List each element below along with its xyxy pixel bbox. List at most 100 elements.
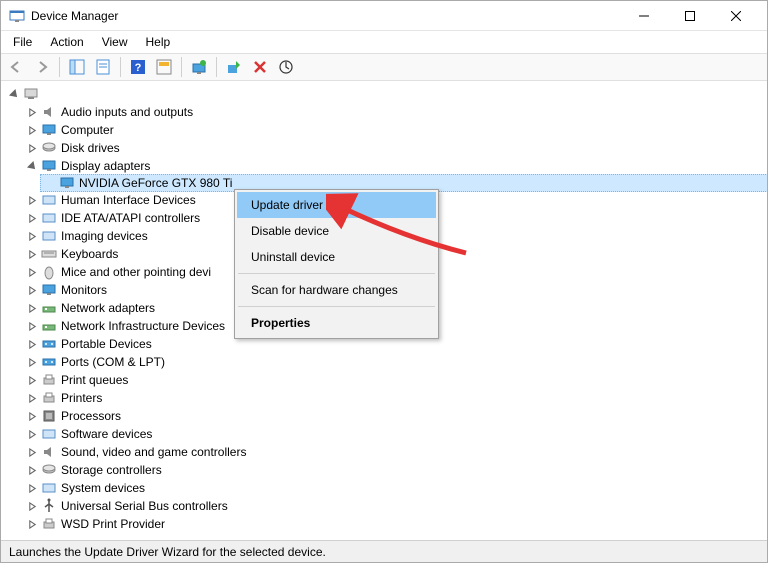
tree-category[interactable]: Printers (23, 389, 767, 407)
expander-icon[interactable] (25, 105, 39, 119)
device-category-icon (41, 336, 57, 352)
expander-icon[interactable] (25, 211, 39, 225)
ctx-separator (238, 273, 435, 274)
tree-category[interactable]: Processors (23, 407, 767, 425)
window-controls (621, 1, 759, 31)
tree-category-label: Universal Serial Bus controllers (61, 499, 228, 513)
minimize-button[interactable] (621, 1, 667, 31)
expander-icon[interactable] (25, 373, 39, 387)
tree-category-label: Network Infrastructure Devices (61, 319, 225, 333)
tree-category[interactable]: System devices (23, 479, 767, 497)
tree-category[interactable]: Universal Serial Bus controllers (23, 497, 767, 515)
device-category-icon (41, 354, 57, 370)
device-category-icon (41, 498, 57, 514)
back-button[interactable] (5, 56, 27, 78)
ctx-disable-device[interactable]: Disable device (237, 218, 436, 244)
device-category-icon (41, 300, 57, 316)
device-category-icon (41, 516, 57, 532)
maximize-button[interactable] (667, 1, 713, 31)
forward-button[interactable] (31, 56, 53, 78)
menu-view[interactable]: View (94, 33, 136, 51)
tree-root-computer[interactable] (5, 85, 767, 103)
expander-icon[interactable] (25, 355, 39, 369)
expander-icon[interactable] (25, 247, 39, 261)
device-category-icon (41, 444, 57, 460)
tree-category-label: Monitors (61, 283, 107, 297)
expander-icon[interactable] (25, 193, 39, 207)
help-button[interactable]: ? (127, 56, 149, 78)
expander-icon[interactable] (25, 301, 39, 315)
device-category-icon (41, 140, 57, 156)
menubar: File Action View Help (1, 31, 767, 53)
action-button[interactable] (153, 56, 175, 78)
device-category-icon (41, 210, 57, 226)
tree-category[interactable]: Disk drives (23, 139, 767, 157)
device-category-icon (41, 462, 57, 478)
window-title: Device Manager (31, 9, 621, 23)
device-category-icon (41, 390, 57, 406)
uninstall-button[interactable] (249, 56, 271, 78)
tree-category-label: WSD Print Provider (61, 517, 165, 531)
ctx-update-driver[interactable]: Update driver (237, 192, 436, 218)
expander-icon[interactable] (25, 499, 39, 513)
device-category-icon (41, 104, 57, 120)
tree-category[interactable]: Print queues (23, 371, 767, 389)
tree-category-label: Processors (61, 409, 121, 423)
show-hide-tree-button[interactable] (66, 56, 88, 78)
tree-device-label: NVIDIA GeForce GTX 980 Ti (79, 176, 232, 190)
menu-action[interactable]: Action (42, 33, 91, 51)
expander-icon[interactable] (25, 409, 39, 423)
enable-device-button[interactable] (223, 56, 245, 78)
expander-icon[interactable] (25, 159, 39, 173)
tree-category-label: Display adapters (61, 159, 150, 173)
expander-icon[interactable] (25, 517, 39, 531)
ctx-scan-hardware[interactable]: Scan for hardware changes (237, 277, 436, 303)
device-category-icon (41, 228, 57, 244)
ctx-uninstall-device[interactable]: Uninstall device (237, 244, 436, 270)
expander-icon[interactable] (25, 463, 39, 477)
tree-category[interactable]: Software devices (23, 425, 767, 443)
tree-category[interactable]: Ports (COM & LPT) (23, 353, 767, 371)
tree-category[interactable]: Display adapters (23, 157, 767, 175)
tree-category[interactable]: Computer (23, 121, 767, 139)
expander-icon[interactable] (25, 481, 39, 495)
tree-category[interactable]: WSD Print Provider (23, 515, 767, 533)
expander-icon[interactable] (25, 141, 39, 155)
expander-icon[interactable] (25, 123, 39, 137)
device-category-icon (41, 480, 57, 496)
tree-category-label: Disk drives (61, 141, 120, 155)
device-category-icon (41, 282, 57, 298)
toolbar: ? (1, 53, 767, 81)
expander-icon[interactable] (25, 319, 39, 333)
close-button[interactable] (713, 1, 759, 31)
expander-icon[interactable] (25, 337, 39, 351)
expander-icon[interactable] (25, 391, 39, 405)
expander-icon[interactable] (25, 265, 39, 279)
update-driver-button[interactable] (188, 56, 210, 78)
device-category-icon (41, 192, 57, 208)
tree-category-label: System devices (61, 481, 145, 495)
tree-category[interactable]: Storage controllers (23, 461, 767, 479)
tree-category[interactable]: Audio inputs and outputs (23, 103, 767, 121)
ctx-properties[interactable]: Properties (237, 310, 436, 336)
device-category-icon (41, 426, 57, 442)
tree-category-label: IDE ATA/ATAPI controllers (61, 211, 200, 225)
expander-icon[interactable] (25, 445, 39, 459)
device-category-icon (41, 264, 57, 280)
tree-category-label: Software devices (61, 427, 152, 441)
scan-hardware-button[interactable] (275, 56, 297, 78)
tree-category-label: Storage controllers (61, 463, 162, 477)
titlebar: Device Manager (1, 1, 767, 31)
menu-help[interactable]: Help (138, 33, 179, 51)
expander-icon[interactable] (25, 229, 39, 243)
properties-button[interactable] (92, 56, 114, 78)
expander-icon[interactable] (25, 283, 39, 297)
expander-icon[interactable] (25, 427, 39, 441)
tree-category-label: Human Interface Devices (61, 193, 196, 207)
tree-category[interactable]: Sound, video and game controllers (23, 443, 767, 461)
device-icon (59, 175, 75, 191)
device-category-icon (41, 246, 57, 262)
tree-category-label: Sound, video and game controllers (61, 445, 246, 459)
tree-category-label: Audio inputs and outputs (61, 105, 193, 119)
menu-file[interactable]: File (5, 33, 40, 51)
